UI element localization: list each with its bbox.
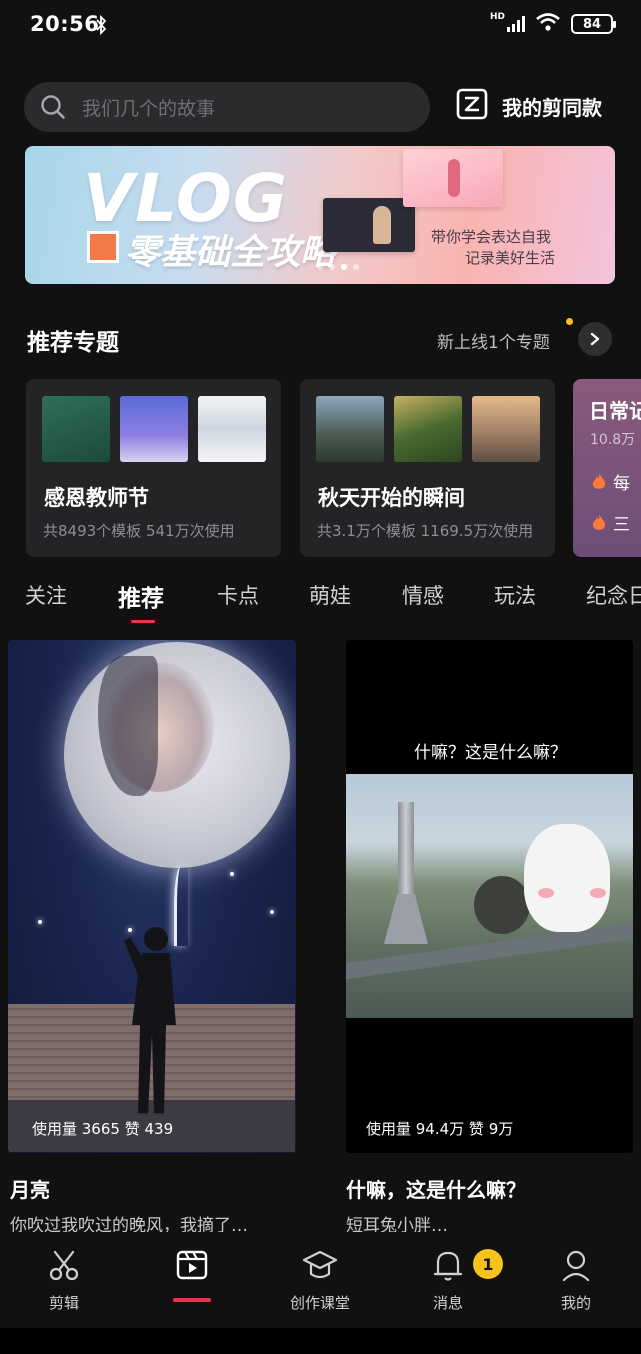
- template-icon: [456, 88, 488, 124]
- search-icon: [40, 94, 66, 120]
- sparkle: [38, 920, 42, 924]
- signal-icon: [507, 16, 525, 32]
- hot-item: 每: [591, 469, 630, 494]
- nav-label: 剪辑: [48, 1294, 79, 1312]
- nav-profile[interactable]: 我的: [531, 1246, 621, 1313]
- topic-name: 感恩教师节: [44, 486, 149, 510]
- new-dot: [566, 318, 573, 325]
- tab-follow[interactable]: 关注: [25, 580, 67, 610]
- hot-item: 三: [591, 510, 630, 535]
- template-card-preview[interactable]: 什嘛？这是什么嘛？ 使用量 94.4万 赞 9万: [346, 640, 633, 1153]
- banner-dot: [353, 264, 359, 270]
- fire-icon: [592, 472, 606, 489]
- my-same-style-label: 我的剪同款: [502, 95, 602, 120]
- nav-label: 创作课堂: [289, 1294, 350, 1312]
- battery-level: 84: [582, 16, 602, 32]
- tab-recommend[interactable]: 推荐: [118, 579, 164, 613]
- hot-item-text: 每: [613, 474, 630, 494]
- topic-thumbnail: [120, 396, 188, 462]
- battery-icon: 84: [571, 14, 616, 34]
- search-placeholder: 我们几个的故事: [82, 97, 216, 120]
- topic-thumbnail: [394, 396, 462, 462]
- banner-preview-image: [403, 149, 503, 207]
- banner-title-cn: 零基础全攻略: [125, 233, 336, 273]
- rabbit-character: [524, 824, 610, 932]
- topic-thumbnail: [472, 396, 540, 462]
- banner-dot-active: [341, 264, 347, 270]
- usage-stats: 使用量 94.4万 赞 9万: [366, 1119, 514, 1138]
- nav-edit[interactable]: 剪辑: [19, 1246, 109, 1313]
- banner-slogan: 记录美好生活: [465, 249, 556, 267]
- template-play-icon: [147, 1246, 237, 1284]
- topic-thumbnail: [42, 396, 110, 462]
- search-input[interactable]: 我们几个的故事: [24, 82, 430, 132]
- topic-card[interactable]: 日常记 10.8万 每 三: [573, 379, 641, 557]
- topic-thumbnail: [316, 396, 384, 462]
- graduation-cap-icon: [275, 1246, 365, 1284]
- network-type: HD: [489, 11, 505, 22]
- banner-accent-block: [87, 231, 119, 263]
- nav-label: 我的: [560, 1294, 591, 1312]
- bluetooth-icon: [95, 14, 107, 40]
- sparkle: [230, 872, 234, 876]
- rabbit-cheek: [538, 888, 554, 898]
- wifi-icon: [535, 12, 561, 36]
- topic-name: 日常记: [589, 399, 641, 423]
- topic-card[interactable]: 秋天开始的瞬间 共3.1万个模板 1169.5万次使用: [300, 379, 555, 557]
- status-bar: 20:56 HD 84: [0, 0, 641, 56]
- banner-dot: [329, 264, 335, 270]
- my-same-style-button[interactable]: 我的剪同款: [456, 88, 602, 124]
- tab-play[interactable]: 玩法: [494, 580, 536, 610]
- active-nav-indicator: [173, 1298, 211, 1302]
- active-tab-indicator: [131, 620, 155, 623]
- fire-icon: [592, 513, 606, 530]
- template-title[interactable]: 月亮: [10, 1174, 50, 1203]
- topics-more-button[interactable]: [578, 322, 612, 356]
- nav-templates[interactable]: [147, 1246, 237, 1292]
- banner-slogan: 带你学会表达自我: [431, 228, 552, 246]
- tab-kids[interactable]: 萌娃: [309, 580, 351, 610]
- system-nav-area: [0, 1328, 641, 1354]
- promo-banner[interactable]: VLOG 零基础全攻略 带你学会表达自我 记录美好生活: [25, 146, 615, 284]
- topic-stats: 10.8万: [590, 432, 636, 448]
- template-title[interactable]: 什嘛，这是什么嘛？: [346, 1174, 526, 1203]
- status-time: 20:56: [30, 12, 100, 36]
- new-topic-notice[interactable]: 新上线1个专题: [437, 328, 550, 353]
- sparkle: [270, 910, 274, 914]
- person-silhouette: [124, 927, 176, 1115]
- scissors-icon: [19, 1246, 109, 1284]
- video-caption: 什嘛？这是什么嘛？: [414, 743, 567, 763]
- usage-stats: 使用量 3665 赞 439: [20, 1113, 186, 1143]
- tab-anniversary[interactable]: 纪念日: [586, 580, 641, 610]
- nav-course[interactable]: 创作课堂: [275, 1246, 365, 1313]
- banner-pagination: [317, 264, 359, 270]
- section-title: 推荐专题: [27, 330, 119, 356]
- bottom-nav: 剪辑 创作课堂 消息 我的: [0, 1232, 641, 1328]
- banner-dot: [317, 264, 323, 270]
- hot-item-text: 三: [613, 515, 630, 535]
- topic-stats: 共3.1万个模板 1169.5万次使用: [317, 522, 534, 540]
- tv-tower-base: [384, 894, 428, 944]
- template-card-preview[interactable]: 使用量 3665 赞 439: [8, 640, 296, 1153]
- topic-name: 秋天开始的瞬间: [318, 486, 465, 510]
- tab-beat[interactable]: 卡点: [217, 580, 259, 610]
- message-badge: 1: [473, 1249, 503, 1279]
- grenade-prop: [474, 876, 530, 934]
- city-image: [346, 774, 633, 1018]
- category-tabs: 关注 推荐 卡点 萌娃 情感 玩法 纪念日: [0, 580, 641, 620]
- user-icon: [531, 1246, 621, 1284]
- nav-label: 消息: [432, 1294, 463, 1312]
- tab-emotion[interactable]: 情感: [402, 580, 444, 610]
- topic-thumbnail: [198, 396, 266, 462]
- rabbit-cheek: [590, 888, 606, 898]
- topic-card[interactable]: 感恩教师节 共8493个模板 541万次使用: [26, 379, 281, 557]
- banner-preview-image: [323, 198, 415, 252]
- topic-stats: 共8493个模板 541万次使用: [43, 522, 235, 540]
- chevron-right-icon: [590, 332, 600, 346]
